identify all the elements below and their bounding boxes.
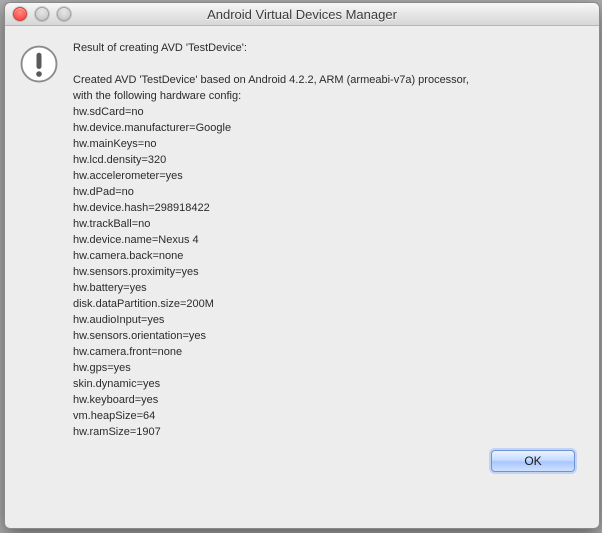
alert-icon <box>19 44 59 84</box>
result-intro: Created AVD 'TestDevice' based on Androi… <box>73 72 581 104</box>
config-line: hw.camera.back=none <box>73 248 581 264</box>
intro-line: with the following hardware config: <box>73 88 581 104</box>
config-line: hw.battery=yes <box>73 280 581 296</box>
config-line: skin.dynamic=yes <box>73 376 581 392</box>
config-line: hw.device.manufacturer=Google <box>73 120 581 136</box>
config-line: hw.audioInput=yes <box>73 312 581 328</box>
dialog-window: Android Virtual Devices Manager Result o… <box>4 2 600 529</box>
config-line: disk.dataPartition.size=200M <box>73 296 581 312</box>
hardware-config-list: hw.sdCard=nohw.device.manufacturer=Googl… <box>73 104 581 440</box>
zoom-icon <box>57 7 71 21</box>
config-line: hw.device.name=Nexus 4 <box>73 232 581 248</box>
ok-button[interactable]: OK <box>491 450 575 472</box>
config-line: hw.camera.front=none <box>73 344 581 360</box>
config-line: hw.lcd.density=320 <box>73 152 581 168</box>
config-line: vm.heapSize=64 <box>73 408 581 424</box>
window-title: Android Virtual Devices Manager <box>5 7 599 22</box>
result-heading: Result of creating AVD 'TestDevice': <box>73 40 581 56</box>
config-line: hw.mainKeys=no <box>73 136 581 152</box>
intro-line: Created AVD 'TestDevice' based on Androi… <box>73 72 581 88</box>
config-line: hw.ramSize=1907 <box>73 424 581 440</box>
close-icon[interactable] <box>13 7 27 21</box>
dialog-message: Result of creating AVD 'TestDevice': Cre… <box>73 40 581 440</box>
config-line: hw.trackBall=no <box>73 216 581 232</box>
config-line: hw.sensors.orientation=yes <box>73 328 581 344</box>
config-line: hw.device.hash=298918422 <box>73 200 581 216</box>
config-line: hw.accelerometer=yes <box>73 168 581 184</box>
config-line: hw.sdCard=no <box>73 104 581 120</box>
config-line: hw.keyboard=yes <box>73 392 581 408</box>
config-line: hw.dPad=no <box>73 184 581 200</box>
config-line: hw.sensors.proximity=yes <box>73 264 581 280</box>
config-line: hw.gps=yes <box>73 360 581 376</box>
minimize-icon <box>35 7 49 21</box>
titlebar: Android Virtual Devices Manager <box>5 3 599 26</box>
